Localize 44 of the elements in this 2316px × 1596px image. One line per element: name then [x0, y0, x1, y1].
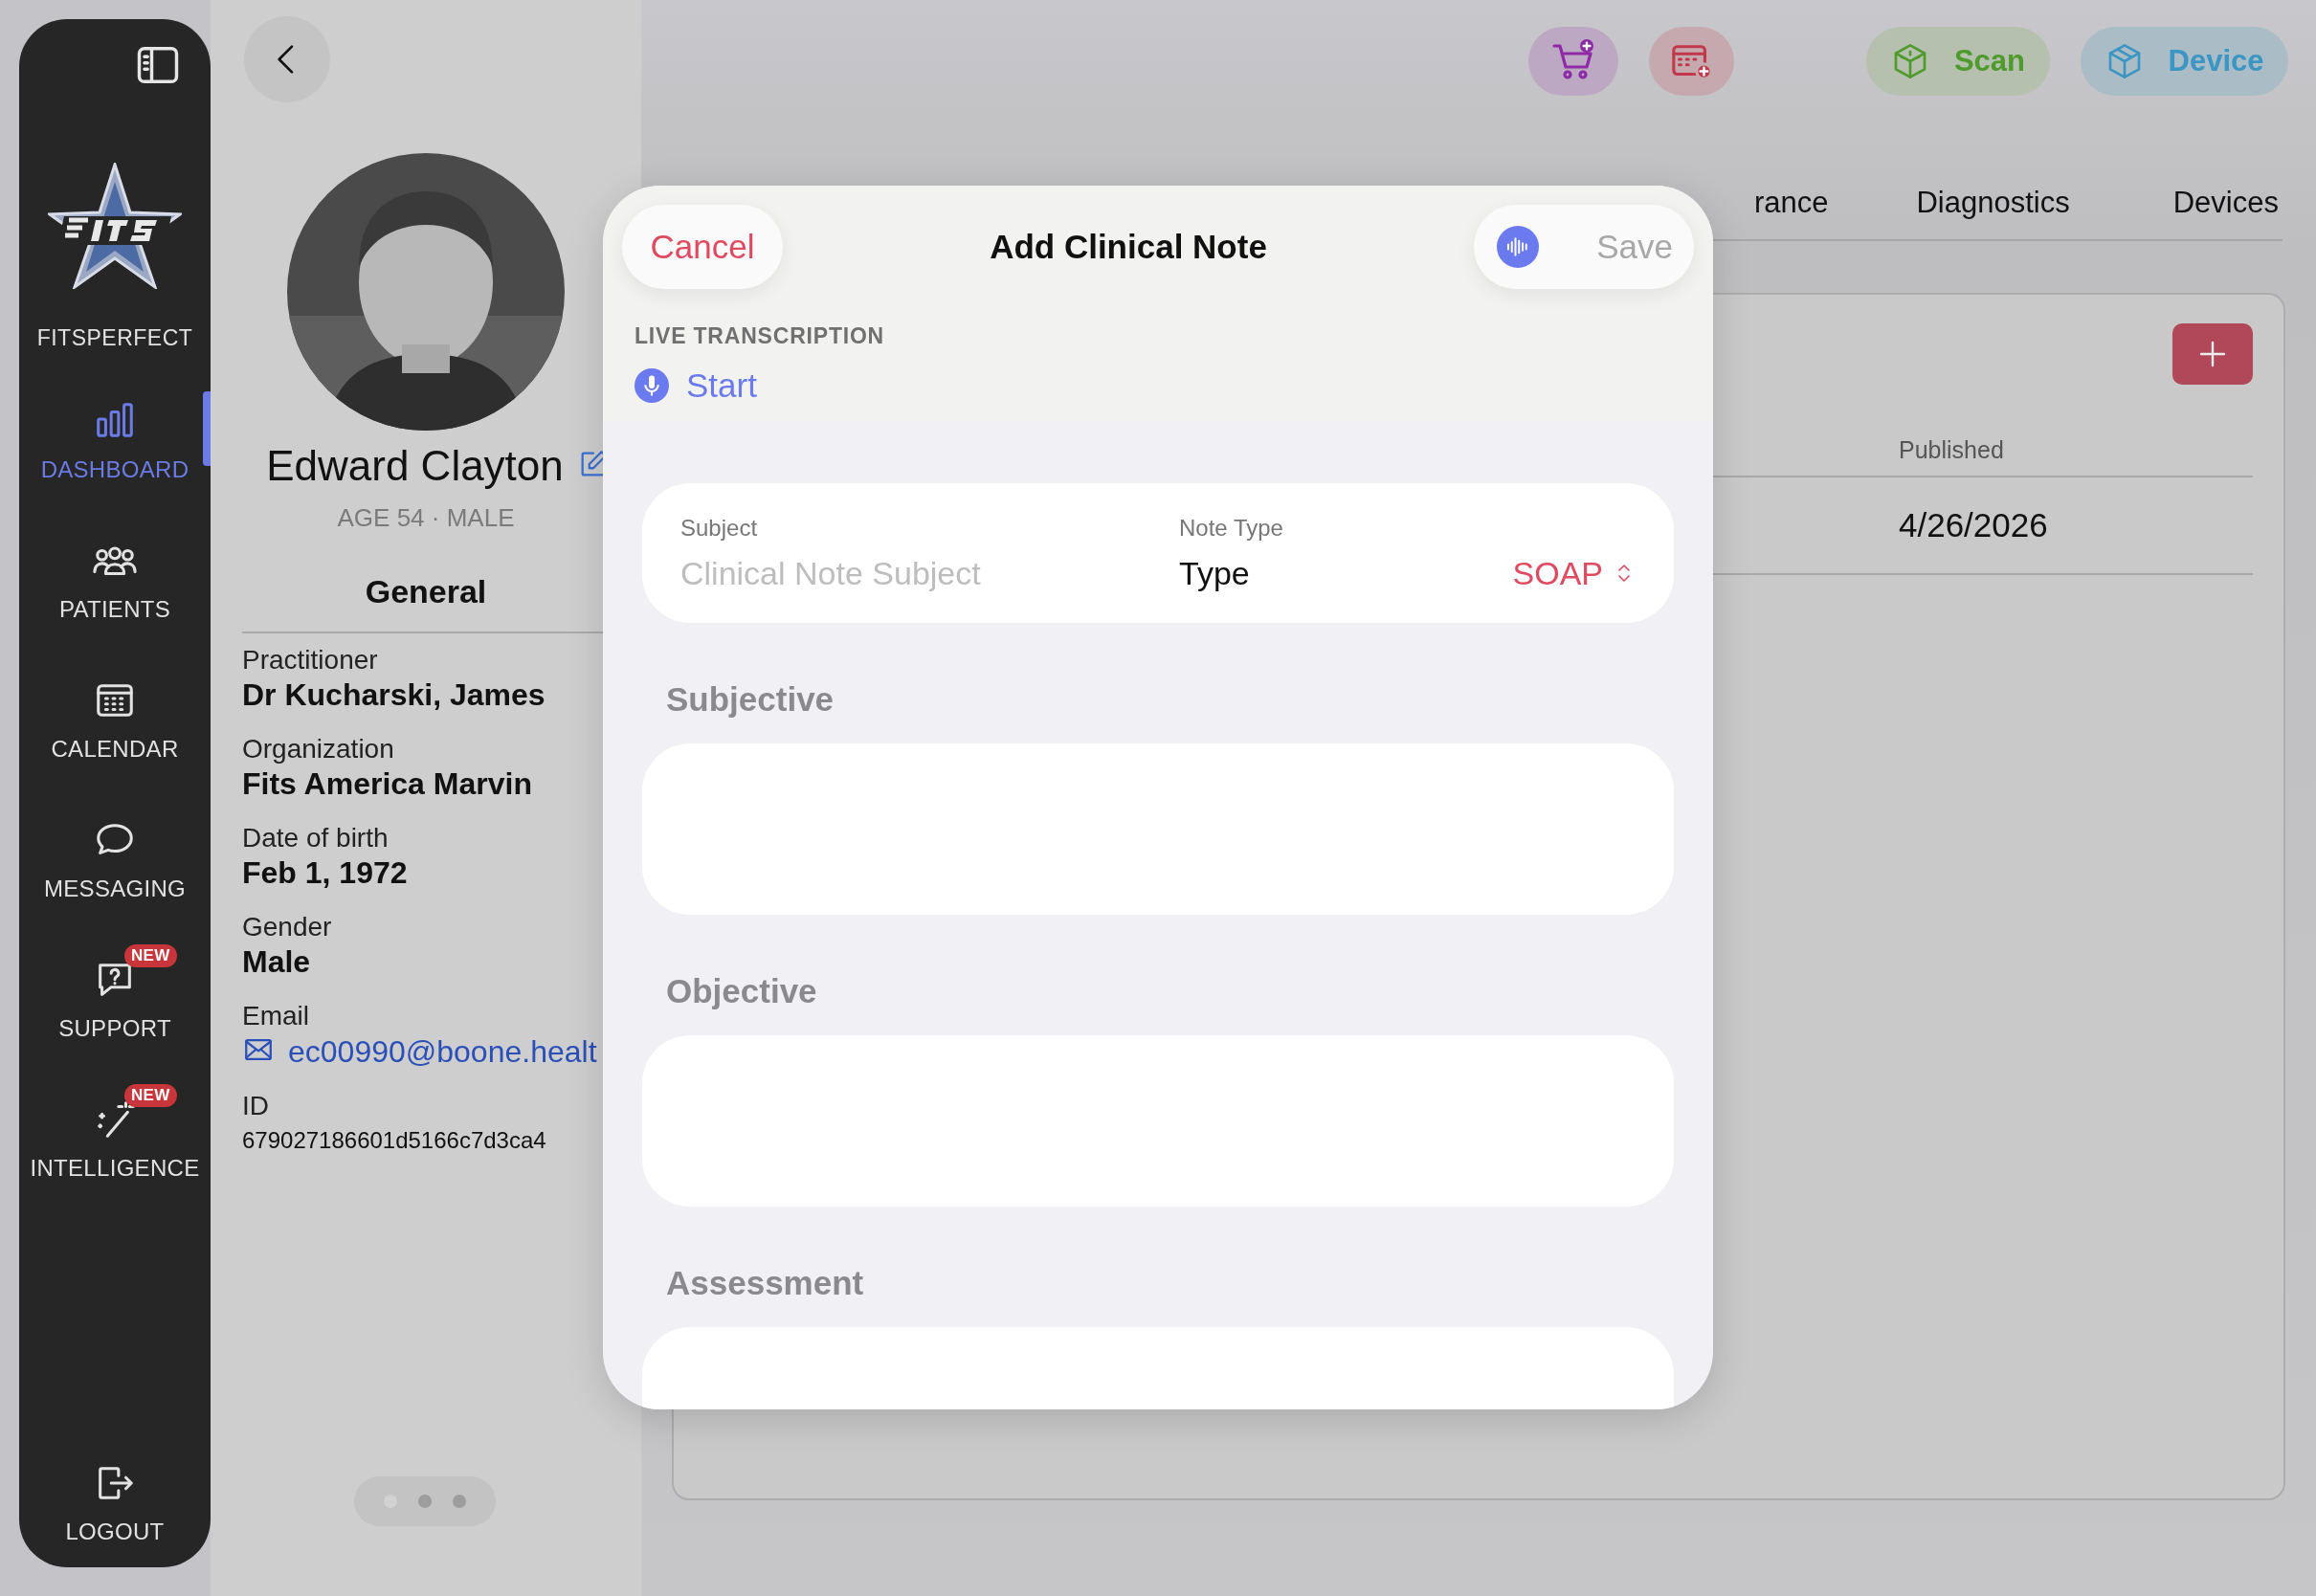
nav-item[interactable]: NEW SUPPORT [19, 944, 211, 1042]
field-value: Male [242, 944, 312, 980]
field-value: Feb 1, 1972 [242, 855, 409, 891]
tab[interactable]: rance [1753, 186, 1829, 220]
field-value: 679027186601d5166c7d3ca4 [242, 1127, 547, 1154]
section-label: LIVE TRANSCRIPTION [635, 323, 886, 349]
column-header: Published [1899, 436, 2004, 463]
note-type-picker[interactable]: SOAP [1512, 554, 1636, 592]
section-label: Assessment [666, 1264, 865, 1302]
nav-item[interactable]: MESSAGING [19, 805, 211, 902]
new-badge: NEW [124, 1084, 177, 1107]
microphone-icon [635, 368, 669, 403]
brand-name: FITSPERFECT [36, 325, 193, 351]
cancel-button[interactable]: Cancel [622, 205, 783, 289]
nav-item[interactable]: NEW INTELLIGENCE [19, 1084, 211, 1182]
logout-button[interactable]: LOGOUT [59, 1460, 170, 1546]
add-button[interactable] [2172, 323, 2253, 385]
tab[interactable]: Devices [2172, 186, 2279, 220]
field-label: Gender [242, 912, 333, 942]
field-label: Subject [680, 514, 759, 542]
nav-item[interactable]: DASHBOARD [19, 386, 211, 483]
field-label: Email [242, 1001, 310, 1031]
field-label: Date of birth [242, 823, 390, 853]
nav-item[interactable]: PATIENTS [19, 525, 211, 623]
field-label: ID [242, 1091, 270, 1121]
field-label: Practitioner [242, 645, 379, 676]
patient-name: Edward Clayton [266, 442, 564, 490]
field-value: Fits America Marvin [242, 766, 533, 802]
new-badge: NEW [124, 944, 177, 967]
dialog-title: Add Clinical Note [989, 228, 1268, 266]
page-dots-icon [354, 1476, 496, 1526]
nav-item[interactable]: CALENDAR [19, 665, 211, 763]
field-label: Note Type [1179, 514, 1284, 542]
section-label: Objective [666, 972, 818, 1010]
subject-field[interactable]: Clinical Note Subject [680, 554, 1140, 592]
field-value: Dr Kucharski, James [242, 677, 546, 713]
field-label: Organization [242, 734, 395, 765]
table-cell: 4/26/2026 [1899, 506, 2048, 543]
email-link[interactable]: ec00990@boone.healt [288, 1033, 597, 1070]
type-label: Type [1179, 554, 1250, 592]
patient-meta: AGE 54 · MALE [336, 503, 516, 533]
tab[interactable]: Diagnostics [1916, 186, 2070, 220]
section-label: Subjective [666, 680, 835, 719]
section-title: General [364, 573, 488, 610]
